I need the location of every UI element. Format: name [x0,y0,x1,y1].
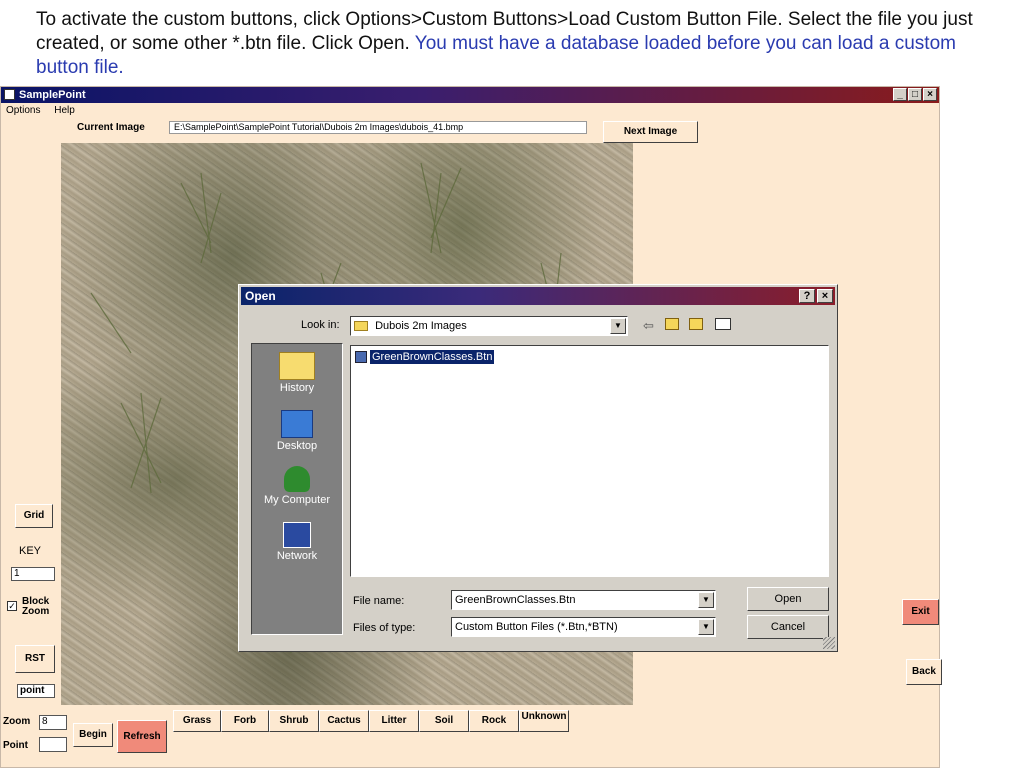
dialog-title: Open [245,289,276,303]
desktop-icon [281,410,313,438]
history-folder-icon [279,352,315,380]
file-item-name: GreenBrownClasses.Btn [370,350,495,364]
help-button[interactable]: ? [799,289,815,303]
block-zoom-checkbox[interactable]: ✓ [7,601,17,611]
block-zoom-label: Block Zoom [22,596,50,617]
minimize-button[interactable]: _ [893,88,907,101]
maximize-button[interactable]: □ [908,88,922,101]
place-network-label: Network [276,550,318,562]
point-input[interactable] [39,737,67,752]
dialog-title-bar: Open ? × [241,287,835,305]
begin-button[interactable]: Begin [73,723,113,747]
back-button[interactable]: Back [906,659,942,685]
window-title: SamplePoint [19,89,86,101]
files-of-type-chevron-icon[interactable]: ▼ [698,619,714,635]
files-of-type-value: Custom Button Files (*.Btn,*BTN) [455,621,618,633]
close-button[interactable]: × [923,88,937,101]
file-icon [355,351,367,363]
view-menu-icon[interactable] [715,318,731,330]
grid-button[interactable]: Grid [15,504,53,528]
file-name-input[interactable]: GreenBrownClasses.Btn ▼ [451,590,716,610]
current-image-label: Current Image [77,122,145,133]
file-name-chevron-icon[interactable]: ▼ [698,592,714,608]
menu-options[interactable]: Options [6,105,40,116]
current-image-path[interactable]: E:\SamplePoint\SamplePoint Tutorial\Dubo… [169,121,587,134]
look-in-value: Dubois 2m Images [375,320,467,332]
place-desktop-label: Desktop [276,440,318,452]
category-grass-button[interactable]: Grass [173,710,221,732]
category-cactus-button[interactable]: Cactus [319,710,369,732]
open-button[interactable]: Open [747,587,829,611]
file-item[interactable]: GreenBrownClasses.Btn [355,350,495,364]
cancel-button[interactable]: Cancel [747,615,829,639]
menu-bar: Options Help [1,104,81,118]
zoom-input[interactable]: 8 [39,715,67,730]
place-my-computer[interactable]: My Computer [252,466,342,506]
network-icon [283,522,311,548]
files-of-type-label: Files of type: [353,622,416,634]
chevron-down-icon[interactable]: ▼ [610,318,626,334]
refresh-button[interactable]: Refresh [117,720,167,753]
place-desktop[interactable]: Desktop [252,410,342,452]
look-in-label: Look in: [301,319,340,331]
instruction-caption: To activate the custom buttons, click Op… [36,8,1011,80]
title-bar: SamplePoint _ □ × [1,87,939,103]
place-my-computer-label: My Computer [263,494,331,506]
places-bar: History Desktop My Computer Network [251,343,343,635]
category-rock-button[interactable]: Rock [469,710,519,732]
point-mode-box[interactable]: point [17,684,55,698]
new-folder-icon[interactable] [689,318,703,330]
file-name-value: GreenBrownClasses.Btn [455,594,576,606]
folder-icon [354,321,368,332]
key-input[interactable]: 1 [11,567,55,581]
exit-button[interactable]: Exit [902,599,939,625]
files-of-type-dropdown[interactable]: Custom Button Files (*.Btn,*BTN) ▼ [451,617,716,637]
point-label: Point [3,740,28,751]
file-list[interactable]: GreenBrownClasses.Btn [350,345,829,577]
next-image-button[interactable]: Next Image [603,121,698,143]
category-forb-button[interactable]: Forb [221,710,269,732]
place-history[interactable]: History [252,352,342,394]
dialog-close-button[interactable]: × [817,289,833,303]
category-shrub-button[interactable]: Shrub [269,710,319,732]
tree-icon [284,466,310,492]
app-icon [4,89,15,100]
menu-help[interactable]: Help [54,105,75,116]
category-soil-button[interactable]: Soil [419,710,469,732]
category-litter-button[interactable]: Litter [369,710,419,732]
look-in-dropdown[interactable]: Dubois 2m Images ▼ [350,316,628,336]
rst-button[interactable]: RST [15,645,55,673]
resize-grip[interactable] [823,637,835,649]
file-name-label: File name: [353,595,405,607]
back-arrow-icon[interactable]: ⇦ [643,318,654,334]
place-network[interactable]: Network [252,522,342,562]
category-unknown-button[interactable]: Unknown [519,710,569,732]
open-dialog: Open ? × Look in: Dubois 2m Images ▼ ⇦ H… [238,284,838,652]
zoom-label: Zoom [3,716,31,727]
up-folder-icon[interactable] [665,318,679,330]
place-history-label: History [279,382,315,394]
key-label: KEY [19,545,42,557]
